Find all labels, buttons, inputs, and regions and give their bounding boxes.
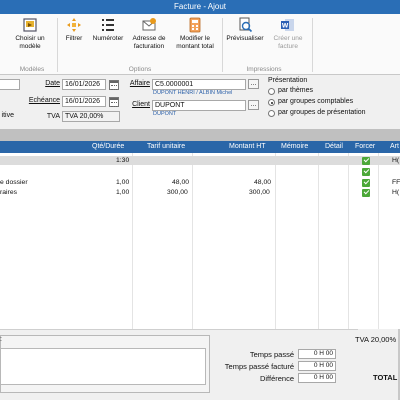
row-price: 48,00 bbox=[172, 179, 190, 186]
left-cut-label: itive bbox=[1, 112, 14, 119]
filter-label: Filtrer bbox=[65, 35, 83, 42]
col-qty-header[interactable]: Qté/Durée bbox=[92, 141, 124, 153]
row-amount: 48,00 bbox=[254, 179, 272, 186]
preview-button[interactable]: Prévisualiser bbox=[224, 17, 266, 43]
tva-total-label: TVA 20,00% bbox=[355, 335, 397, 344]
row-label: raires bbox=[0, 189, 17, 196]
client-browse-button[interactable]: ... bbox=[248, 100, 259, 110]
billing-address-icon bbox=[142, 18, 156, 31]
row-art: H( bbox=[392, 189, 400, 196]
left-cut-field[interactable] bbox=[0, 79, 20, 90]
affaire-label: Affaire bbox=[129, 80, 150, 87]
comment-label: : bbox=[0, 336, 2, 343]
group-options-label: Options bbox=[128, 66, 152, 73]
date-input[interactable]: 16/01/2026 bbox=[62, 79, 106, 90]
group-prints-label: Impressions bbox=[246, 66, 282, 73]
col-memory-header[interactable]: Mémoire bbox=[281, 141, 308, 153]
due-date-label: Echéance bbox=[28, 97, 60, 104]
affaire-subtext: DUPONT HENRI / ALBIN Michel bbox=[153, 90, 233, 96]
window-title: Facture - Ajout bbox=[0, 0, 400, 14]
radio-par-themes[interactable] bbox=[268, 88, 275, 95]
force-checkbox[interactable] bbox=[362, 156, 370, 165]
row-price: 300,00 bbox=[167, 189, 188, 196]
col-art-header[interactable]: Art bbox=[390, 141, 399, 153]
ribbon-toolbar: Choisir un modèle Filtrer Numéroter Adre… bbox=[0, 14, 400, 75]
row-art: FF bbox=[392, 179, 400, 186]
time-spent-label: Temps passé bbox=[249, 350, 294, 359]
table-toolbar-strip bbox=[0, 129, 400, 141]
radio-par-groupes-comptables-label: par groupes comptables bbox=[278, 98, 354, 105]
calendar-icon[interactable] bbox=[109, 80, 119, 90]
tva-label: TVA bbox=[46, 113, 60, 120]
table-row[interactable] bbox=[0, 167, 400, 176]
numbering-icon bbox=[102, 19, 114, 31]
force-checkbox[interactable] bbox=[362, 167, 370, 176]
affaire-browse-button[interactable]: ... bbox=[248, 79, 259, 89]
table-row[interactable]: e dossier 1,00 48,00 48,00 FF bbox=[0, 178, 400, 187]
create-invoice-button[interactable]: W Créer une facture bbox=[268, 17, 308, 50]
client-label: Client bbox=[132, 101, 150, 108]
choose-template-button[interactable]: Choisir un modèle bbox=[8, 17, 52, 50]
row-qty: 1,00 bbox=[116, 179, 130, 186]
radio-par-groupes-presentation[interactable] bbox=[268, 110, 275, 117]
col-price-header[interactable]: Tarif unitaire bbox=[147, 141, 185, 153]
calculator-icon bbox=[189, 17, 201, 33]
billing-address-label: Adresse de facturation bbox=[132, 35, 166, 50]
total-label: TOTAL bbox=[373, 373, 398, 382]
numbering-button[interactable]: Numéroter bbox=[89, 17, 127, 43]
col-force-header[interactable]: Forcer bbox=[355, 141, 375, 153]
create-invoice-label: Créer une facture bbox=[273, 35, 303, 50]
row-art: H( bbox=[392, 157, 400, 164]
choose-template-label: Choisir un modèle bbox=[15, 35, 45, 50]
comment-textarea[interactable] bbox=[0, 348, 206, 385]
group-models-label: Modèles bbox=[19, 66, 45, 73]
filter-button[interactable]: Filtrer bbox=[60, 17, 88, 43]
col-amount-header[interactable]: Montant HT bbox=[229, 141, 266, 153]
calendar-icon[interactable] bbox=[109, 97, 119, 107]
client-input[interactable]: DUPONT bbox=[152, 100, 246, 111]
row-amount: 300,00 bbox=[249, 189, 270, 196]
modify-total-label: Modifier le montant total bbox=[176, 35, 214, 50]
table-header: Qté/Durée Tarif unitaire Montant HT Mémo… bbox=[0, 141, 400, 153]
time-billed-value: 0 H 00 bbox=[298, 361, 336, 371]
due-date-input[interactable]: 16/01/2026 bbox=[62, 96, 106, 107]
presentation-title: Présentation bbox=[268, 77, 308, 84]
preview-icon bbox=[239, 17, 253, 33]
radio-par-groupes-comptables[interactable] bbox=[268, 99, 275, 106]
affaire-input[interactable]: C5.0000001 bbox=[152, 79, 246, 90]
difference-value: 0 H 00 bbox=[298, 373, 336, 383]
choose-template-icon bbox=[23, 18, 37, 32]
table-row[interactable]: 1:30 H( bbox=[0, 156, 400, 165]
row-label: e dossier bbox=[0, 179, 28, 186]
radio-par-themes-label: par thèmes bbox=[278, 87, 314, 94]
tva-select[interactable]: TVA 20,00% bbox=[62, 111, 120, 122]
preview-label: Prévisualiser bbox=[226, 35, 264, 42]
time-spent-value: 0 H 00 bbox=[298, 349, 336, 359]
filter-icon bbox=[67, 18, 81, 32]
row-qty: 1,00 bbox=[116, 189, 130, 196]
client-subtext: DUPONT bbox=[153, 111, 177, 117]
table-row[interactable]: raires 1,00 300,00 300,00 H( bbox=[0, 188, 400, 197]
word-icon: W bbox=[281, 19, 294, 31]
billing-address-button[interactable]: Adresse de facturation bbox=[128, 17, 170, 50]
modify-total-button[interactable]: Modifier le montant total bbox=[171, 17, 219, 50]
force-checkbox[interactable] bbox=[362, 178, 370, 187]
radio-par-groupes-presentation-label: par groupes de présentation bbox=[278, 109, 366, 116]
difference-label: Différence bbox=[259, 374, 294, 383]
svg-text:W: W bbox=[282, 23, 289, 30]
date-label: Date bbox=[45, 80, 60, 87]
col-detail-header[interactable]: Détail bbox=[325, 141, 343, 153]
numbering-label: Numéroter bbox=[92, 35, 124, 42]
row-qty: 1:30 bbox=[116, 157, 130, 164]
time-billed-label: Temps passé facturé bbox=[224, 362, 294, 371]
force-checkbox[interactable] bbox=[362, 188, 370, 197]
invoice-header-form: itive Date 16/01/2026 Echéance 16/01/202… bbox=[0, 75, 400, 192]
